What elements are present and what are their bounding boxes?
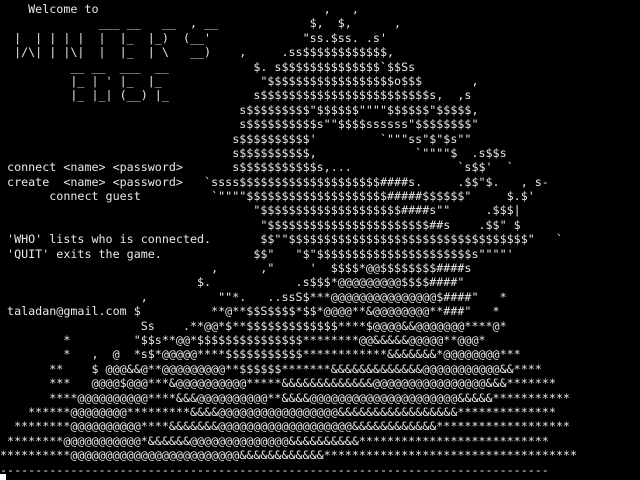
terminal-line: create <name> <password> `ssss$$$$$$$$$$… bbox=[0, 174, 549, 189]
terminal-line: connect guest `""""$$$$$$$$$$$$$$$$$$$$#… bbox=[0, 189, 535, 204]
terminal-line: 'QUIT' exits the game. $$" "$"$$$$$$$$$$… bbox=[0, 246, 514, 261]
terminal-line: *** @@@@$@@@***&@@@@@@@@@@*****&&&&&&&&&… bbox=[0, 376, 556, 391]
terminal-line: |_ |_| (__) |_ s$$$$$$$$$$$$$$$$$$$$$$$$… bbox=[0, 88, 472, 103]
terminal-line: ___ __ __ , __ $, $, , bbox=[0, 16, 402, 31]
terminal-line: |_ | ' |_ |_ "$$$$$$$$$$$$$$$$$$o$$$ , bbox=[0, 73, 479, 88]
terminal-line: "$$$$$$$$$$$$$$$$$$$$####s"" .$$$| bbox=[0, 203, 521, 218]
terminal-output: Welcome to , , ___ __ __ , __ $, $, , | … bbox=[0, 2, 577, 477]
text-cursor bbox=[0, 474, 6, 480]
terminal-line: 'WHO' lists who is connected. $$""$$$$$$… bbox=[0, 232, 563, 247]
terminal-line: s$$$$$$$$$$s""$$$$ssssss"$$$$$$$$" bbox=[0, 117, 479, 132]
terminal-line: **********@@@@@@@@@@@@@@@@@@@@@@@@&&&&&&… bbox=[0, 448, 577, 463]
terminal-window[interactable]: Welcome to , , ___ __ __ , __ $, $, , | … bbox=[0, 0, 640, 480]
terminal-line: "$$$$$$$$$$$$$$$$$$$$$$$##s .$$" $ bbox=[0, 217, 521, 232]
terminal-line: ** $ @@@&&@**@@@@@@@@@**$$$$$$*******&&&… bbox=[0, 361, 542, 376]
terminal-line: $. .s$$$*@@@@@@@@@$$$$####" bbox=[0, 275, 465, 290]
terminal-line: ----------------------------------------… bbox=[0, 462, 549, 477]
terminal-line: Welcome to , , bbox=[0, 2, 359, 16]
terminal-line: ******@@@@@@@@*********&&&&@@@@@@@@@@@@@… bbox=[0, 404, 556, 419]
terminal-line: , ""*. ..ssS$***@@@@@@@@@@@@@@@$####" * bbox=[0, 289, 507, 304]
terminal-line: |/\| | |\| | |_ | \ __) , .ss$$$$$$$$$$$… bbox=[0, 45, 395, 60]
terminal-line: taladan@gmail.com $ **@**$$S$$$$*$$*@@@@… bbox=[0, 304, 500, 319]
terminal-line: ****@@@@@@@@@@****&&&@@@@@@@@@@**&&&&@@@… bbox=[0, 390, 570, 405]
terminal-line: s$$$$$$$$$$, `""""$ .s$$s bbox=[0, 145, 507, 160]
terminal-line: __ __ ___ __ $. s$$$$$$$$$$$$$$`$$Ss bbox=[0, 59, 416, 74]
terminal-line: connect <name> <password> s$$$$$$$$$$$s,… bbox=[0, 160, 514, 175]
terminal-line: | | | | | | |_ |_) (__' "ss.$ss. .s' bbox=[0, 30, 388, 45]
terminal-line: ********@@@@@@@@@@@*&&&&&&@@@@@@@@@@@@@@… bbox=[0, 433, 549, 448]
terminal-line: s$$$$$$$$$$' `"""ss"$"$s"" bbox=[0, 131, 472, 146]
terminal-line: s$$$$$$$$$"$$$$$$""""$$$$$$"$$$$$, bbox=[0, 102, 479, 117]
terminal-line: Ss .**@@*$**$$$$$$$$$$$$$****$@@@@&&@@@@… bbox=[0, 318, 507, 333]
terminal-line: ********@@@@@@@@@@****&&&&&&&@@@@@@@@@@@… bbox=[0, 419, 570, 434]
terminal-line: * "$$s**@@*$$$$$$$$$$$$$$$********@@&&&&… bbox=[0, 332, 486, 347]
terminal-line: , ," ' $$$$*@@$$$$$$$$####s bbox=[0, 261, 472, 276]
terminal-line: * , @ *s$*@@@@@****$$$$$$$$$$$**********… bbox=[0, 347, 521, 362]
